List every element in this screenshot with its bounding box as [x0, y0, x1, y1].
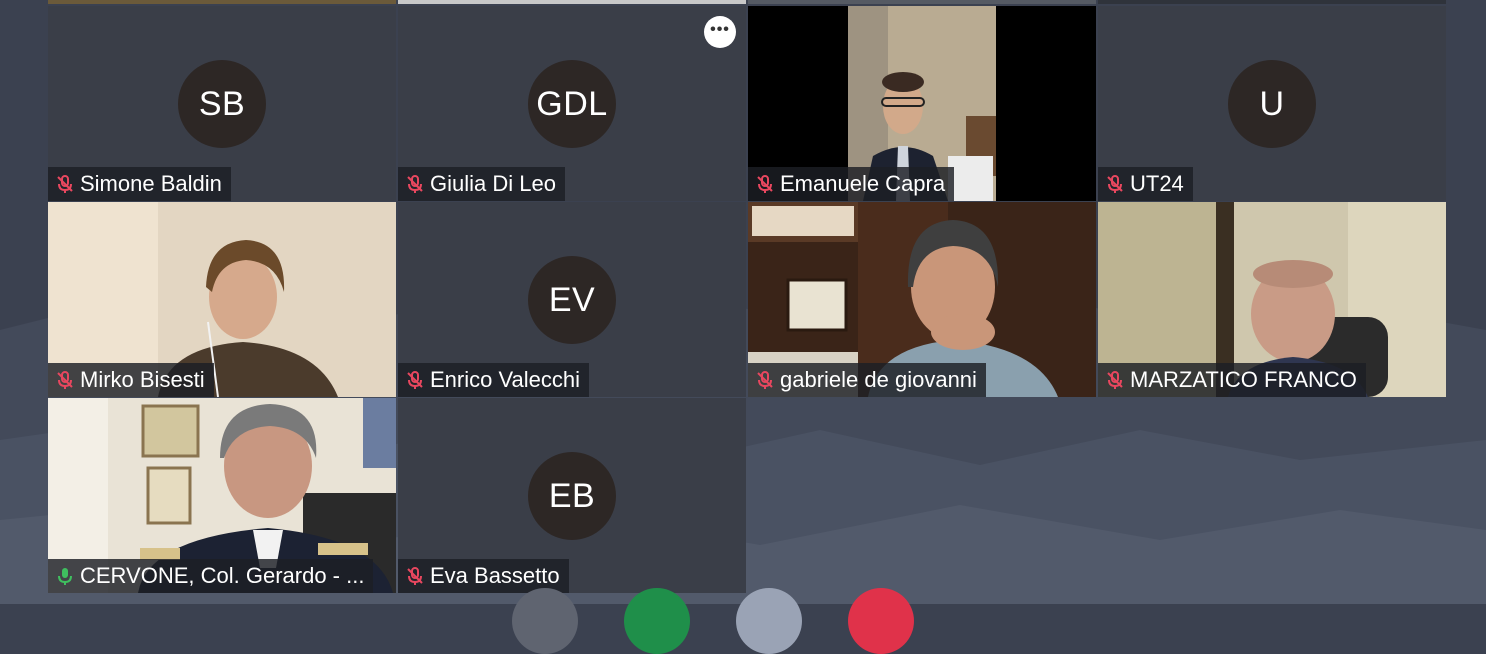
more-options-button[interactable]: •••	[704, 16, 736, 48]
participant-name: CERVONE, Col. Gerardo - ...	[80, 563, 365, 588]
avatar: GDL	[528, 60, 616, 148]
mic-muted-icon	[407, 175, 423, 193]
participant-name: Emanuele Capra	[780, 171, 946, 196]
participant-name: Mirko Bisesti	[80, 367, 205, 392]
participant-tile[interactable]: EB Eva Bassetto	[398, 398, 746, 593]
participant-name: UT24	[1130, 171, 1184, 196]
participant-name-tag: MARZATICO FRANCO	[1098, 363, 1366, 397]
participant-name-tag: Enrico Valecchi	[398, 363, 589, 397]
mic-muted-icon	[1107, 175, 1123, 193]
end-call-button[interactable]	[848, 588, 914, 654]
mic-muted-icon	[757, 371, 773, 389]
participant-name: gabriele de giovanni	[780, 367, 977, 392]
participant-name-tag: UT24	[1098, 167, 1193, 201]
participant-name-tag: CERVONE, Col. Gerardo - ...	[48, 559, 374, 593]
mic-muted-icon	[57, 175, 73, 193]
mic-muted-icon	[407, 567, 423, 585]
video-button[interactable]	[624, 588, 690, 654]
share-screen-button[interactable]	[736, 588, 802, 654]
participant-tile[interactable]: gabriele de giovanni	[748, 202, 1096, 397]
previous-row-tile	[48, 0, 396, 4]
participant-name-tag: Giulia Di Leo	[398, 167, 565, 201]
participant-name-tag: Emanuele Capra	[748, 167, 955, 201]
mic-muted-icon	[1107, 371, 1123, 389]
mic-muted-icon	[57, 371, 73, 389]
avatar: SB	[178, 60, 266, 148]
participant-tile[interactable]: U UT24	[1098, 6, 1446, 201]
previous-row-tile	[398, 0, 746, 4]
participant-tile[interactable]: EV Enrico Valecchi	[398, 202, 746, 397]
participant-tile[interactable]: CERVONE, Col. Gerardo - ...	[48, 398, 396, 593]
participant-name: Giulia Di Leo	[430, 171, 556, 196]
participant-tile[interactable]: Emanuele Capra	[748, 6, 1096, 201]
mic-muted-icon	[757, 175, 773, 193]
participant-name: Simone Baldin	[80, 171, 222, 196]
mic-active-icon	[58, 568, 72, 585]
microphone-button[interactable]	[512, 588, 578, 654]
avatar: EV	[528, 256, 616, 344]
previous-row-tile	[1098, 0, 1446, 4]
avatar: EB	[528, 452, 616, 540]
participant-tile[interactable]: SB Simone Baldin	[48, 6, 396, 201]
video-grid: SB Simone Baldin GDL ••• Giulia Di Leo E…	[48, 4, 1448, 595]
mic-muted-icon	[407, 371, 423, 389]
participant-tile[interactable]: MARZATICO FRANCO	[1098, 202, 1446, 397]
previous-row-tile	[748, 0, 1096, 4]
participant-name-tag: Mirko Bisesti	[48, 363, 214, 397]
participant-tile[interactable]: Mirko Bisesti	[48, 202, 396, 397]
participant-name: MARZATICO FRANCO	[1130, 367, 1357, 392]
avatar: U	[1228, 60, 1316, 148]
participant-tile[interactable]: GDL ••• Giulia Di Leo	[398, 6, 746, 201]
participant-name: Enrico Valecchi	[430, 367, 580, 392]
participant-name-tag: gabriele de giovanni	[748, 363, 986, 397]
participant-name-tag: Simone Baldin	[48, 167, 231, 201]
